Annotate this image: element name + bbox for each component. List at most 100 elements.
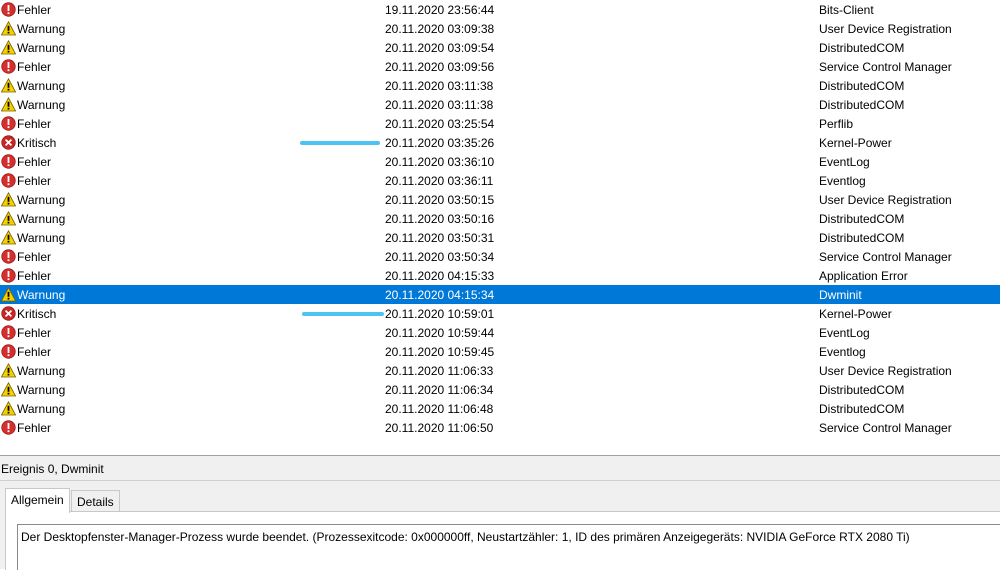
event-row[interactable]: Fehler 20.11.2020 03:36:11 Eventlog [0,171,1000,190]
warning-icon [1,21,16,36]
critical-icon [1,306,16,321]
event-source: Bits-Client [819,3,874,17]
event-source: Service Control Manager [819,60,952,74]
event-level: Warnung [17,231,66,245]
event-source: DistributedCOM [819,98,905,112]
error-icon [1,154,16,169]
event-date: 20.11.2020 03:50:15 [385,193,495,207]
event-level: Warnung [17,79,66,93]
event-level: Fehler [17,326,52,340]
event-source: Kernel-Power [819,307,892,321]
warning-icon [1,401,16,416]
error-icon [1,2,16,17]
event-source: Dwminit [819,288,862,302]
event-row[interactable]: Fehler 20.11.2020 10:59:44 EventLog [0,323,1000,342]
event-level: Warnung [17,402,66,416]
event-row[interactable]: Fehler 20.11.2020 03:25:54 Perflib [0,114,1000,133]
warning-icon [1,363,16,378]
event-row[interactable]: Warnung 20.11.2020 03:09:38 User Device Re… [0,19,1000,38]
event-date: 20.11.2020 03:09:54 [385,41,495,55]
event-date: 20.11.2020 03:25:54 [385,117,495,131]
event-level: Warnung [17,22,66,36]
event-source: DistributedCOM [819,79,905,93]
warning-icon [1,192,16,207]
tab-details[interactable]: Details [71,490,120,513]
event-description: Der Desktopfenster-Manager-Prozess wurde… [21,530,910,544]
event-level: Fehler [17,250,52,264]
event-source: DistributedCOM [819,231,905,245]
event-level: Fehler [17,345,52,359]
event-date: 20.11.2020 11:06:34 [385,383,494,397]
event-row[interactable]: Warnung 20.11.2020 03:11:38 DistributedCOM [0,95,1000,114]
event-source: DistributedCOM [819,212,905,226]
event-source: Perflib [819,117,854,131]
event-source: EventLog [819,155,870,169]
event-date: 20.11.2020 03:36:11 [385,174,494,188]
event-date: 20.11.2020 10:59:44 [385,326,495,340]
error-icon [1,420,16,435]
event-level: Warnung [17,98,66,112]
event-source: DistributedCOM [819,383,905,397]
event-date: 20.11.2020 11:06:48 [385,402,494,416]
event-source: Service Control Manager [819,421,952,435]
event-level: Warnung [17,383,66,397]
event-source: Eventlog [819,174,866,188]
event-row[interactable]: Kritisch 20.11.2020 03:35:26 Kernel-Power [0,133,1000,152]
event-source: EventLog [819,326,870,340]
error-icon [1,249,16,264]
event-level: Kritisch [17,136,57,150]
event-row[interactable]: Warnung 20.11.2020 11:06:48 DistributedCOM [0,399,1000,418]
event-date: 20.11.2020 03:09:56 [385,60,495,74]
event-row[interactable]: Warnung 20.11.2020 03:50:15 User Device Re… [0,190,1000,209]
event-description-box[interactable]: Der Desktopfenster-Manager-Prozess wurde… [17,524,1000,570]
error-icon [1,325,16,340]
event-row[interactable]: Warnung 20.11.2020 03:50:16 DistributedCOM [0,209,1000,228]
event-source: Kernel-Power [819,136,892,150]
event-row[interactable]: Warnung 20.11.2020 03:11:38 DistributedCOM [0,76,1000,95]
event-source: User Device Registration [819,364,952,378]
event-date: 20.11.2020 03:50:34 [385,250,495,264]
event-source: DistributedCOM [819,41,905,55]
event-source: Eventlog [819,345,866,359]
event-list[interactable]: Fehler 19.11.2020 23:56:44 Bits-Client Warn… [0,0,1000,456]
warning-icon [1,287,16,302]
event-level: Fehler [17,269,52,283]
error-icon [1,116,16,131]
event-source: User Device Registration [819,193,952,207]
event-source: DistributedCOM [819,402,905,416]
event-level: Fehler [17,155,52,169]
event-row[interactable]: Warnung 20.11.2020 03:50:31 DistributedCOM [0,228,1000,247]
event-row[interactable]: Fehler 20.11.2020 03:09:56 Service Control… [0,57,1000,76]
event-row[interactable]: Fehler 20.11.2020 03:50:34 Service Control… [0,247,1000,266]
event-row[interactable]: Warnung 20.11.2020 11:06:33 User Device Re… [0,361,1000,380]
event-level: Fehler [17,60,52,74]
event-date: 20.11.2020 03:50:31 [385,231,495,245]
event-level: Warnung [17,212,66,226]
event-date: 20.11.2020 03:35:26 [385,136,495,150]
event-row[interactable]: Fehler 20.11.2020 04:15:33 Application Err… [0,266,1000,285]
event-row[interactable]: Fehler 20.11.2020 10:59:45 Eventlog [0,342,1000,361]
tab-allgemein[interactable]: Allgemein [5,488,70,513]
warning-icon [1,382,16,397]
warning-icon [1,40,16,55]
warning-icon [1,211,16,226]
event-date: 19.11.2020 23:56:44 [385,3,495,17]
error-icon [1,344,16,359]
event-row[interactable]: Fehler 20.11.2020 03:36:10 EventLog [0,152,1000,171]
error-icon [1,173,16,188]
event-source: User Device Registration [819,22,952,36]
event-date: 20.11.2020 10:59:01 [385,307,495,321]
event-detail-header: Ereignis 0, Dwminit [0,456,1000,481]
event-level: Fehler [17,421,52,435]
event-date: 20.11.2020 11:06:33 [385,364,494,378]
event-row[interactable]: Fehler 19.11.2020 23:56:44 Bits-Client [0,0,1000,19]
event-row[interactable]: Warnung 20.11.2020 03:09:54 DistributedCOM [0,38,1000,57]
event-row[interactable]: Fehler 20.11.2020 11:06:50 Service Control… [0,418,1000,437]
event-row[interactable]: Warnung 20.11.2020 04:15:34 Dwminit [0,285,1000,304]
event-row[interactable]: Kritisch 20.11.2020 10:59:01 Kernel-Power [0,304,1000,323]
event-date: 20.11.2020 04:15:33 [385,269,495,283]
event-date: 20.11.2020 03:36:10 [385,155,495,169]
event-row[interactable]: Warnung 20.11.2020 11:06:34 DistributedCOM [0,380,1000,399]
redaction-scribble [300,141,380,145]
warning-icon [1,78,16,93]
